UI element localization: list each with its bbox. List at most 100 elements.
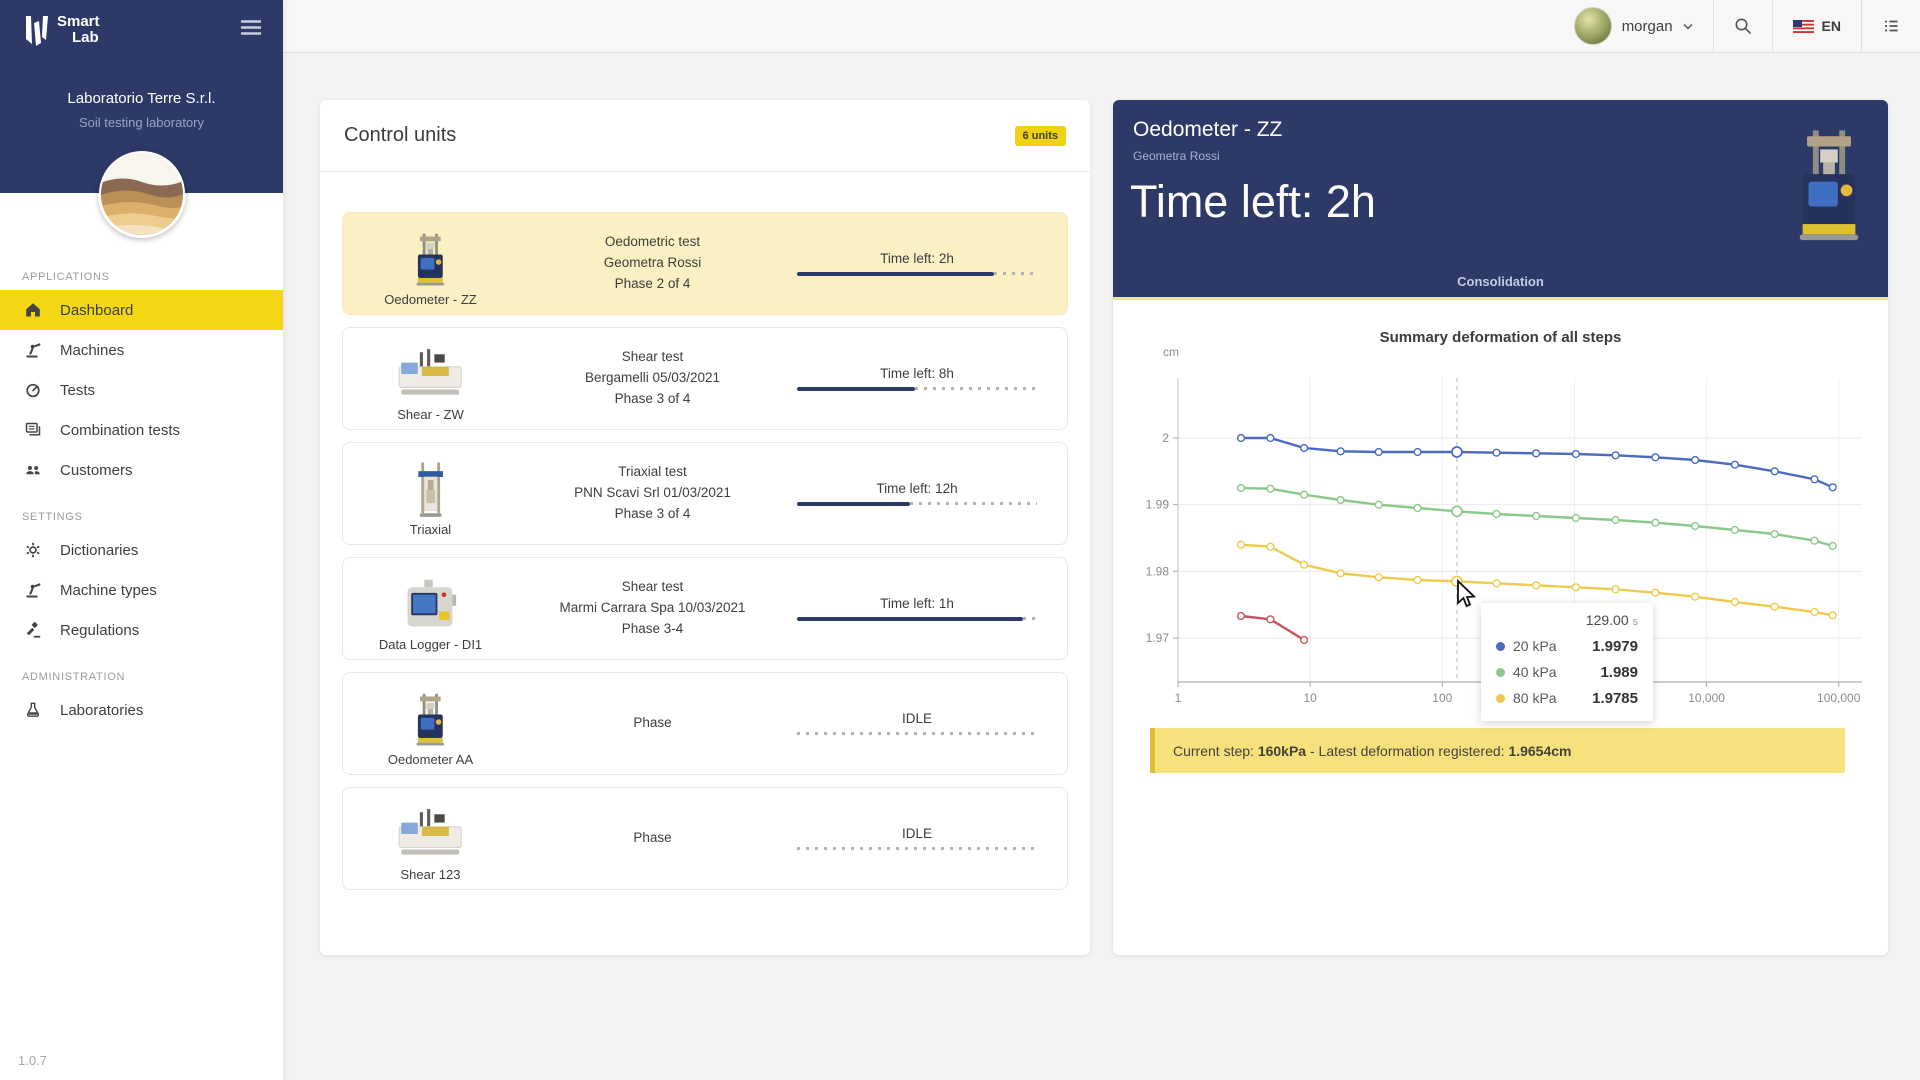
unit-progress: Time left: 8h	[787, 366, 1067, 391]
machine-name: Data Logger - DI1	[379, 637, 482, 652]
control-units-card: Control units 6 units Oedometer - ZZOedo…	[320, 100, 1090, 955]
banner-middle: - Latest deformation registered:	[1306, 743, 1508, 759]
machine-name: Oedometer - ZZ	[384, 292, 476, 307]
machine-name: Oedometer AA	[388, 752, 473, 767]
unit-status-label: IDLE	[797, 826, 1037, 841]
control-unit-row-triaxial[interactable]: Triaxial Triaxial testPNN Scavi Srl 01/03…	[342, 442, 1068, 545]
machine-image-shear	[395, 346, 465, 404]
unit-progress: Time left: 12h	[787, 481, 1067, 506]
svg-text:2: 2	[1162, 431, 1169, 445]
tooltip-series-value: 1.9785	[1592, 690, 1638, 707]
sidebar-item-label: Dashboard	[60, 302, 133, 319]
banner-step: 160kPa	[1258, 743, 1306, 759]
chevron-down-icon	[1683, 23, 1693, 30]
svg-text:10: 10	[1303, 691, 1317, 705]
tooltip-series-label: 80 kPa	[1513, 690, 1557, 706]
progress-bar	[797, 846, 1037, 851]
progress-bar	[797, 386, 1037, 391]
app-logo: Smart Lab	[24, 14, 100, 48]
control-unit-row-oedometer-zz[interactable]: Oedometer - ZZ Oedometric testGeometra Ro…	[342, 212, 1068, 315]
lab-avatar	[98, 150, 186, 238]
time-left-label: Time left: 2h	[1130, 176, 1376, 228]
list-menu-button[interactable]	[1862, 0, 1920, 52]
svg-text:1.97: 1.97	[1146, 631, 1170, 645]
unit-info: Phase	[518, 828, 787, 849]
chart-area: Summary deformation of all steps cm 21.9…	[1113, 303, 1888, 728]
sidebar-item-label: Tests	[60, 382, 95, 399]
detail-title: Oedometer - ZZ	[1133, 118, 1282, 142]
sidebar-item-customers[interactable]: Customers	[0, 450, 283, 490]
unit-progress: IDLE	[787, 826, 1067, 851]
sidebar-item-dictionaries[interactable]: Dictionaries	[0, 530, 283, 570]
smartlab-logo-icon	[24, 14, 50, 48]
unit-info-line: Phase	[518, 828, 787, 849]
control-units-list: Oedometer - ZZ Oedometric testGeometra Ro…	[320, 172, 1090, 890]
robot-arm-icon	[23, 341, 43, 359]
control-unit-row-data-logger-di1[interactable]: Data Logger - DI1Shear testMarmi Carrara…	[342, 557, 1068, 660]
unit-status-label: Time left: 2h	[797, 251, 1037, 266]
tooltip-series-label: 40 kPa	[1513, 664, 1557, 680]
progress-bar	[797, 731, 1037, 736]
control-unit-row-shear-123[interactable]: Shear 123PhaseIDLE	[342, 787, 1068, 890]
unit-info-line: Phase 3 of 4	[518, 504, 787, 525]
unit-info-line: Phase 3 of 4	[518, 389, 787, 410]
unit-info-line: Triaxial test	[518, 462, 787, 483]
unit-info-line: Shear test	[518, 577, 787, 598]
sidebar-item-label: Laboratories	[60, 702, 143, 719]
machine-image-triaxial	[414, 461, 447, 519]
progress-bar	[797, 271, 1037, 276]
sidebar-item-label: Dictionaries	[60, 542, 138, 559]
sidebar-item-label: Combination tests	[60, 422, 180, 439]
sidebar-item-dashboard[interactable]: Dashboard	[0, 290, 283, 330]
svg-text:1: 1	[1175, 691, 1182, 705]
svg-text:1.98: 1.98	[1146, 564, 1170, 578]
machine-image-oedometer	[411, 231, 450, 289]
svg-text:100: 100	[1432, 691, 1452, 705]
lab-subtitle: Soil testing laboratory	[0, 115, 283, 130]
tab-consolidation[interactable]: Consolidation	[1113, 274, 1888, 289]
unit-info-line: Geometra Rossi	[518, 253, 787, 274]
sidebar-section-applications: APPLICATIONS	[0, 262, 283, 290]
machine-name: Triaxial	[410, 522, 451, 537]
brand-top: Smart	[57, 14, 100, 30]
control-unit-row-oedometer-aa[interactable]: Oedometer AAPhaseIDLE	[342, 672, 1068, 775]
detail-subtitle: Geometra Rossi	[1133, 149, 1220, 163]
sidebar: Smart Lab Laboratorio Terre S.r.l. Soil …	[0, 0, 283, 1080]
unit-info-line: Phase 3-4	[518, 619, 787, 640]
sidebar-item-combination-tests[interactable]: Combination tests	[0, 410, 283, 450]
control-units-header: Control units 6 units	[320, 100, 1090, 172]
tooltip-series-value: 1.9979	[1592, 638, 1638, 655]
unit-info-line: Phase 2 of 4	[518, 274, 787, 295]
search-icon	[1734, 17, 1752, 35]
sidebar-collapse-icon[interactable]	[241, 20, 261, 40]
sidebar-item-laboratories[interactable]: Laboratories	[0, 690, 283, 730]
machine-image-datalogger	[400, 576, 462, 634]
brand-bottom: Lab	[72, 30, 100, 46]
sidebar-item-machine-types[interactable]: Machine types	[0, 570, 283, 610]
sidebar-item-label: Machines	[60, 342, 124, 359]
search-button[interactable]	[1714, 0, 1772, 52]
app-version: 1.0.7	[18, 1053, 47, 1068]
sidebar-item-tests[interactable]: Tests	[0, 370, 283, 410]
tooltip-row-80-kpa: 80 kPa 1.9785	[1496, 685, 1638, 711]
unit-status-label: Time left: 8h	[797, 366, 1037, 381]
unit-info-line: Shear test	[518, 347, 787, 368]
control-units-title: Control units	[344, 124, 456, 147]
sidebar-item-machines[interactable]: Machines	[0, 330, 283, 370]
unit-status-label: IDLE	[797, 711, 1037, 726]
language-selector[interactable]: EN	[1773, 0, 1861, 52]
unit-info-line: PNN Scavi Srl 01/03/2021	[518, 483, 787, 504]
cards-icon	[23, 421, 43, 439]
mouse-cursor	[1454, 579, 1476, 609]
machine-detail-card: Oedometer - ZZ Geometra Rossi Time left:…	[1113, 100, 1888, 955]
tooltip-row-40-kpa: 40 kPa1.989	[1496, 659, 1638, 685]
unit-info: Oedometric testGeometra RossiPhase 2 of …	[518, 232, 787, 295]
username: morgan	[1622, 18, 1673, 35]
tooltip-row-20-kpa: 20 kPa1.9979	[1496, 633, 1638, 659]
user-menu[interactable]: morgan	[1554, 0, 1713, 52]
control-unit-row-shear-zw[interactable]: Shear - ZWShear testBergamelli 05/03/202…	[342, 327, 1068, 430]
lab-name: Laboratorio Terre S.r.l.	[0, 90, 283, 107]
sidebar-item-regulations[interactable]: Regulations	[0, 610, 283, 650]
progress-bar	[797, 616, 1037, 621]
banner-prefix: Current step:	[1173, 743, 1258, 759]
